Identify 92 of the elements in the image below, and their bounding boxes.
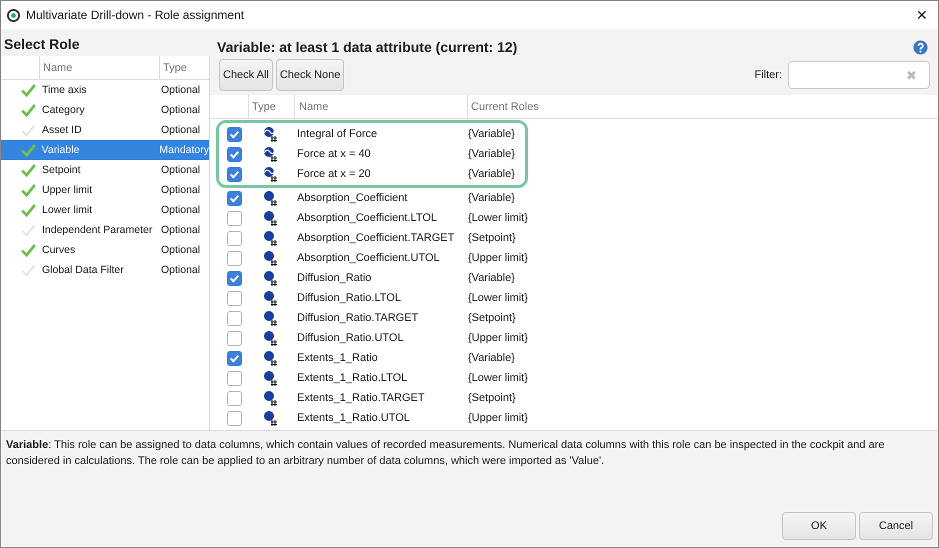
checkbox[interactable] bbox=[227, 390, 242, 406]
role-name: Independent Parameter bbox=[41, 224, 154, 236]
current-roles: {Variable} bbox=[467, 272, 516, 284]
panel-heading: Variable: at least 1 data attribute (current: 12) bbox=[216, 38, 518, 57]
attribute-name: Diffusion_Ratio.UTOL bbox=[296, 332, 405, 344]
role-row[interactable]: Independent Parameter Optional bbox=[1, 220, 209, 240]
role-name: Curves bbox=[41, 244, 76, 256]
role-type: Optional bbox=[160, 124, 202, 136]
close-button[interactable]: ✕ bbox=[912, 7, 932, 23]
column-header: Name bbox=[39, 56, 159, 79]
column-header: Current Roles bbox=[467, 95, 938, 118]
role-row[interactable]: Category Optional bbox=[1, 100, 209, 120]
current-roles: {Setpoint} bbox=[467, 232, 517, 244]
current-roles: {Setpoint} bbox=[467, 392, 517, 404]
checkbox[interactable] bbox=[227, 250, 242, 266]
checkbox[interactable] bbox=[227, 370, 242, 386]
checkbox[interactable] bbox=[227, 290, 242, 306]
role-row[interactable]: Asset ID Optional bbox=[1, 120, 209, 140]
attribute-name: Force at x = 40 bbox=[296, 148, 372, 160]
toolbar-button[interactable]: Check All bbox=[219, 59, 273, 91]
role-name: Upper limit bbox=[41, 184, 94, 196]
current-roles: {Variable} bbox=[467, 352, 516, 364]
attribute-name: Diffusion_Ratio.TARGET bbox=[296, 312, 420, 324]
role-name: Variable bbox=[40, 144, 80, 156]
role-name: Category bbox=[41, 104, 86, 116]
current-roles: {Variable} bbox=[467, 192, 516, 204]
checkbox[interactable] bbox=[227, 146, 242, 162]
current-roles: {Upper limit} bbox=[467, 252, 529, 264]
role-name: Global Data Filter bbox=[41, 264, 125, 276]
window-title: Multivariate Drill-down - Role assignment bbox=[26, 8, 246, 22]
role-row[interactable]: Setpoint Optional bbox=[1, 160, 209, 180]
role-row[interactable]: Curves Optional bbox=[1, 240, 209, 260]
toolbar-button[interactable]: Check None bbox=[276, 59, 344, 91]
attribute-name: Diffusion_Ratio bbox=[296, 272, 372, 284]
role-type: Mandatory bbox=[158, 144, 209, 156]
column-header: Type bbox=[159, 56, 209, 79]
role-type: Optional bbox=[160, 184, 202, 196]
role-type: Optional bbox=[160, 164, 202, 176]
checkbox[interactable] bbox=[227, 330, 242, 346]
attribute-name: Absorption_Coefficient.TARGET bbox=[296, 232, 456, 244]
attribute-name: Extents_1_Ratio.UTOL bbox=[296, 412, 411, 424]
dialog-button[interactable]: Cancel bbox=[859, 512, 933, 540]
checkbox[interactable] bbox=[227, 126, 242, 142]
current-roles: {Lower limit} bbox=[467, 372, 529, 384]
checkbox[interactable] bbox=[227, 210, 242, 226]
checkbox[interactable] bbox=[227, 230, 242, 246]
current-roles: {Upper limit} bbox=[467, 332, 529, 344]
role-type: Optional bbox=[160, 244, 202, 256]
role-name: Lower limit bbox=[41, 204, 94, 216]
role-row[interactable]: Variable Mandatory bbox=[1, 140, 209, 160]
attribute-name: Diffusion_Ratio.LTOL bbox=[296, 292, 402, 304]
role-row[interactable]: Time axis Optional bbox=[1, 80, 209, 100]
current-roles: {Lower limit} bbox=[467, 292, 529, 304]
panel-heading: Select Role bbox=[3, 35, 80, 54]
attribute-name: Extents_1_Ratio.TARGET bbox=[296, 392, 426, 404]
checkbox[interactable] bbox=[227, 270, 242, 286]
dialog-button[interactable]: OK bbox=[782, 512, 856, 540]
role-type: Optional bbox=[160, 104, 202, 116]
role-type: Optional bbox=[160, 204, 202, 216]
role-row[interactable]: Upper limit Optional bbox=[1, 180, 209, 200]
attribute-name: Force at x = 20 bbox=[296, 168, 372, 180]
attribute-name: Integral of Force bbox=[296, 128, 378, 140]
checkbox[interactable] bbox=[227, 166, 242, 182]
role-row[interactable]: Global Data Filter Optional bbox=[1, 260, 209, 280]
attribute-name: Extents_1_Ratio.LTOL bbox=[296, 372, 408, 384]
role-name: Asset ID bbox=[41, 124, 83, 136]
attribute-name: Extents_1_Ratio bbox=[296, 352, 379, 364]
help-icon[interactable] bbox=[913, 40, 928, 54]
column-header: Type bbox=[248, 95, 294, 118]
attribute-name: Absorption_Coefficient bbox=[296, 192, 408, 204]
checkbox[interactable] bbox=[227, 190, 242, 206]
attribute-name: Absorption_Coefficient.UTOL bbox=[296, 252, 441, 264]
checkbox[interactable] bbox=[227, 350, 242, 366]
role-description: Variable: This role can be assigned to data columns, which contain values of recorded measurements. Numerical data columns with this role can be inspected in the cockpit and are considered in calculations. The role can be applied to an arbitrary number of data columns, which were imported as 'Value'. bbox=[6, 438, 886, 469]
column-header: Name bbox=[294, 95, 467, 118]
current-roles: {Variable} bbox=[467, 168, 516, 180]
app-logo-icon bbox=[7, 8, 20, 22]
attribute-name: Absorption_Coefficient.LTOL bbox=[296, 212, 438, 224]
current-roles: {Setpoint} bbox=[467, 312, 517, 324]
role-row[interactable]: Lower limit Optional bbox=[1, 200, 209, 220]
current-roles: {Upper limit} bbox=[467, 412, 529, 424]
role-type: Optional bbox=[160, 264, 202, 276]
filter-label: Filter: bbox=[754, 69, 782, 81]
current-roles: {Variable} bbox=[467, 148, 516, 160]
current-roles: {Variable} bbox=[467, 128, 516, 140]
role-name: Setpoint bbox=[41, 164, 82, 176]
checkbox[interactable] bbox=[227, 410, 242, 426]
role-type: Optional bbox=[160, 224, 202, 236]
role-type: Optional bbox=[160, 84, 202, 96]
current-roles: {Lower limit} bbox=[467, 212, 529, 224]
role-name: Time axis bbox=[41, 84, 88, 96]
checkbox[interactable] bbox=[227, 310, 242, 326]
